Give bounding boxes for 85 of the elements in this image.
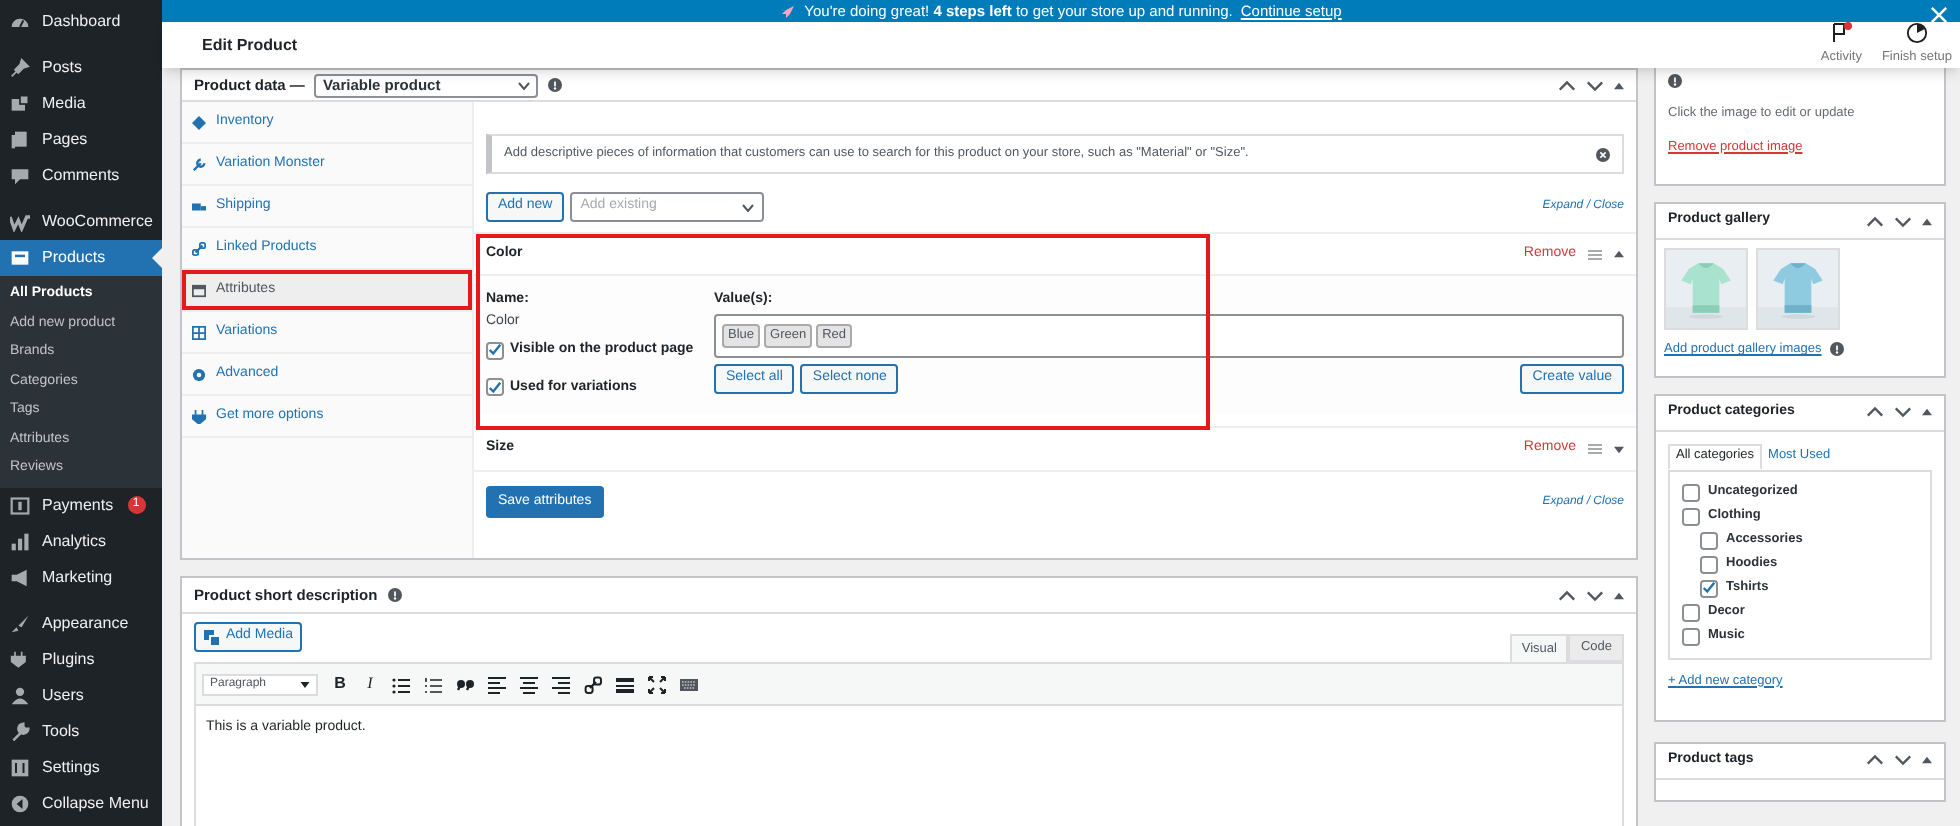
help-icon	[1829, 342, 1844, 357]
speech-bubble-icon	[10, 166, 30, 186]
zigzag-icon	[10, 212, 30, 232]
close-circle-icon[interactable]	[1596, 147, 1610, 161]
sidebar-item[interactable]: Settings	[0, 749, 162, 785]
gear-icon	[192, 367, 206, 381]
sidebar-item[interactable]: Products	[0, 240, 162, 276]
checkbox[interactable]	[1682, 603, 1700, 622]
plug-icon	[192, 409, 206, 423]
sidebar-item[interactable]: WooCommerce	[0, 204, 162, 240]
chevron-up-icon[interactable]	[1558, 589, 1576, 601]
pointer-icon	[152, 248, 162, 268]
drag-handle-icon[interactable]	[1588, 444, 1602, 454]
chevron-up-icon[interactable]	[1866, 754, 1884, 766]
triangle-up-icon[interactable]	[1614, 81, 1624, 89]
triangle-up-icon[interactable]	[1614, 591, 1624, 599]
caret-icon	[300, 681, 310, 687]
chevron-down-icon[interactable]	[1586, 589, 1604, 601]
chevron-down-icon[interactable]	[1586, 79, 1604, 91]
sidebar-item[interactable]: Comments	[0, 158, 162, 194]
sidebar-item[interactable]: Dashboard	[0, 4, 162, 40]
help-icon	[548, 78, 563, 92]
checkbox[interactable]	[1700, 579, 1718, 598]
checkbox[interactable]	[1700, 555, 1718, 574]
chevron-down-icon[interactable]	[1894, 215, 1912, 227]
help-icon	[1668, 74, 1682, 88]
help-icon	[387, 588, 402, 602]
sidebar-item[interactable]: Media	[0, 86, 162, 122]
checkbox[interactable]	[1700, 531, 1718, 550]
numbered-list-icon[interactable]	[424, 675, 442, 693]
align-right-icon[interactable]	[552, 675, 570, 693]
caret-icon	[518, 81, 531, 89]
link-icon	[192, 241, 206, 255]
close-icon[interactable]	[1930, 6, 1948, 24]
page-title: Edit Product	[202, 33, 298, 58]
fullscreen-icon[interactable]	[648, 675, 666, 693]
sidebar-item[interactable]: Analytics	[0, 523, 162, 559]
triangle-up-icon[interactable]	[1614, 250, 1624, 258]
align-left-icon[interactable]	[488, 675, 506, 693]
sidebar-item[interactable]: Tools	[0, 713, 162, 749]
chevron-up-icon[interactable]	[1866, 406, 1884, 419]
triangle-down-icon[interactable]	[1614, 445, 1624, 453]
checkbox[interactable]	[1682, 483, 1700, 502]
read-more-icon[interactable]	[616, 675, 634, 693]
chevron-up-icon[interactable]	[1558, 79, 1576, 91]
triangle-up-icon[interactable]	[1922, 756, 1932, 764]
sidebar-item[interactable]: Posts	[0, 50, 162, 86]
italic-button[interactable]: I	[362, 672, 378, 696]
megaphone-icon	[10, 567, 30, 587]
chevron-down-icon[interactable]	[1894, 406, 1912, 419]
media-icon	[204, 629, 220, 645]
align-center-icon[interactable]	[520, 675, 538, 693]
sidebar-item[interactable]: Plugins	[0, 641, 162, 677]
chevron-up-icon[interactable]	[1866, 215, 1884, 227]
chevron-down-icon[interactable]	[1894, 754, 1912, 766]
triangle-up-icon[interactable]	[1922, 408, 1932, 417]
bar-chart-icon	[10, 531, 30, 551]
person-icon	[10, 685, 30, 705]
wrench-icon	[10, 721, 30, 741]
wrench-icon	[192, 157, 206, 171]
diamond-icon	[192, 115, 206, 129]
checkbox[interactable]	[486, 341, 504, 360]
sidebar-item[interactable]: Marketing	[0, 559, 162, 595]
pages-icon	[10, 130, 30, 150]
bold-button[interactable]: B	[332, 672, 348, 696]
drag-handle-icon[interactable]	[1588, 249, 1602, 259]
sidebar-item[interactable]: Users	[0, 677, 162, 713]
link-icon[interactable]	[584, 675, 602, 693]
sidebar-item[interactable]: Pages	[0, 122, 162, 158]
triangle-up-icon[interactable]	[1922, 217, 1932, 225]
grid-icon	[192, 325, 206, 339]
sidebar-item[interactable]: Collapse Menu	[0, 785, 162, 821]
table-icon	[192, 283, 206, 297]
sidebar-item[interactable]: Appearance	[0, 605, 162, 641]
plug-icon	[10, 649, 30, 669]
pin-icon	[10, 58, 30, 78]
keyboard-icon[interactable]	[680, 675, 698, 693]
brush-icon	[10, 613, 30, 633]
camera-icon	[10, 94, 30, 114]
caret-icon	[742, 203, 755, 211]
checkbox[interactable]	[1682, 507, 1700, 526]
checkbox[interactable]	[1682, 627, 1700, 646]
bullet-list-icon[interactable]	[392, 675, 410, 693]
quote-icon[interactable]	[456, 675, 474, 693]
checkbox[interactable]	[486, 378, 504, 397]
